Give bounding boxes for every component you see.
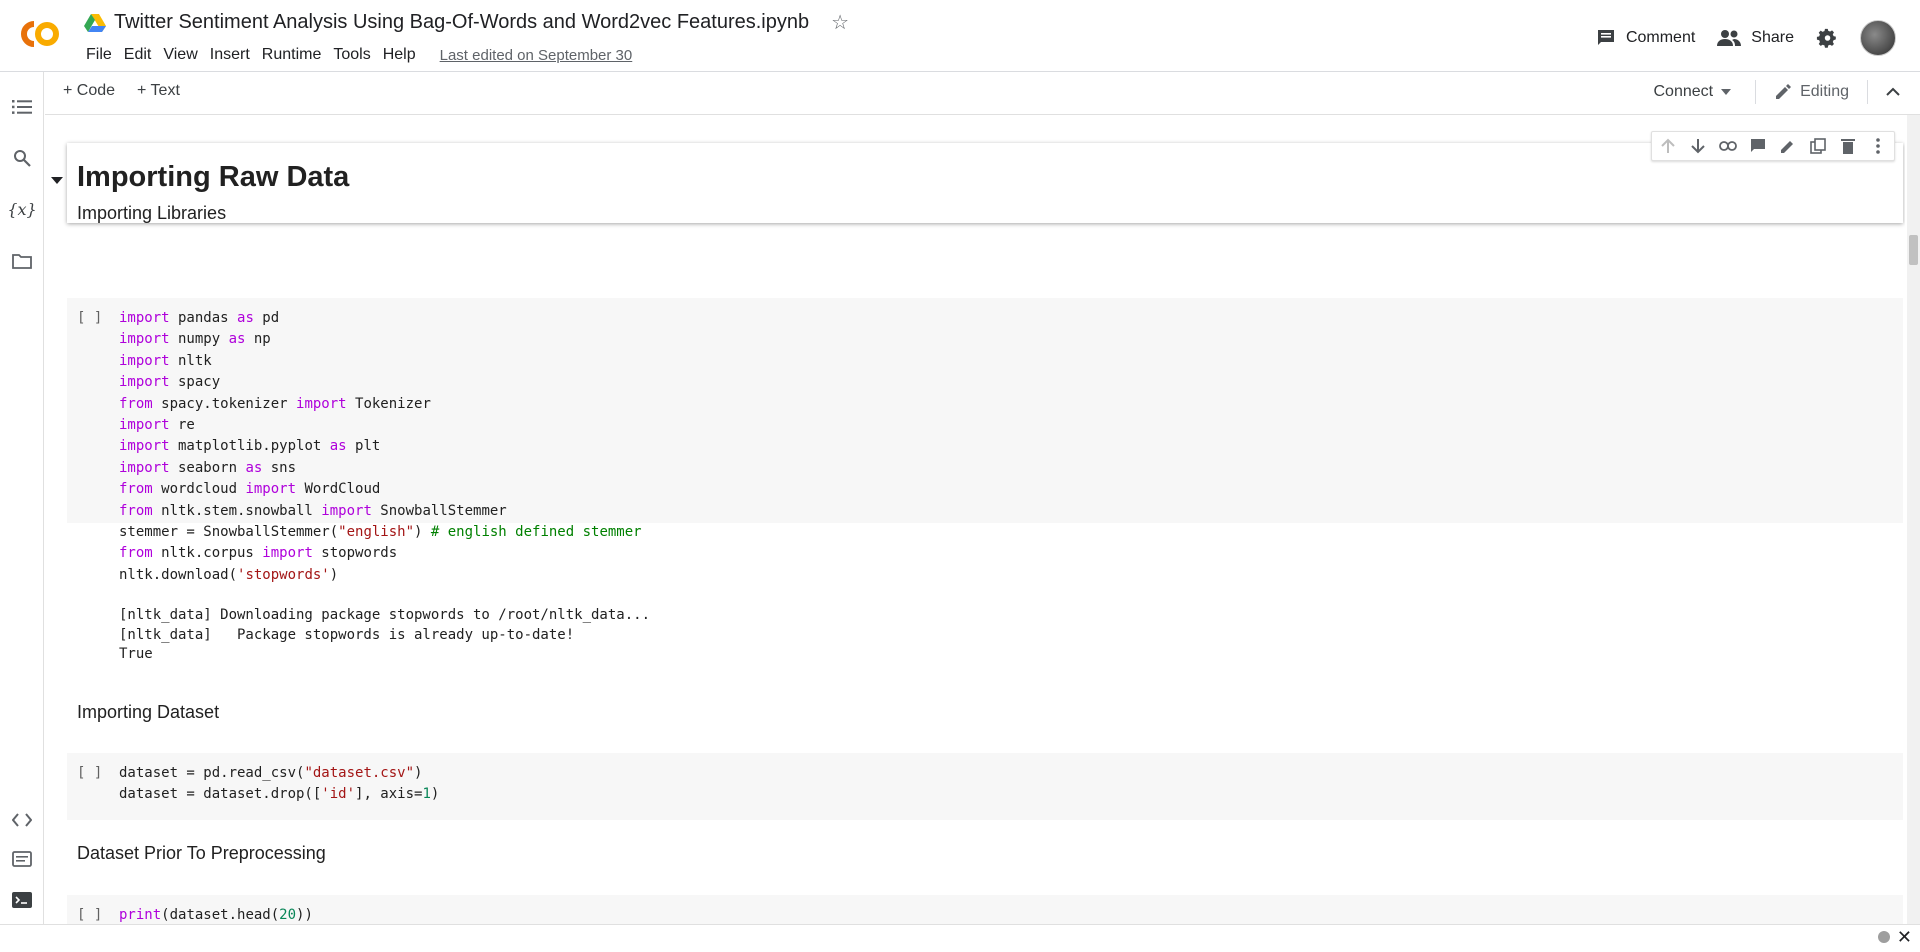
comment-button[interactable]: Comment	[1596, 28, 1695, 48]
top-bar: Twitter Sentiment Analysis Using Bag-Of-…	[0, 0, 1920, 72]
menu-help[interactable]: Help	[377, 44, 422, 66]
comment-icon[interactable]	[1748, 136, 1768, 156]
menu-file[interactable]: File	[80, 44, 118, 66]
variables-icon[interactable]: {x}	[7, 198, 36, 220]
run-cell-button[interactable]: [ ]	[77, 765, 102, 781]
connect-button[interactable]: Connect	[1647, 81, 1737, 103]
search-icon[interactable]	[11, 147, 33, 169]
run-cell-button[interactable]: [ ]	[77, 310, 102, 326]
pencil-icon	[1776, 84, 1792, 99]
gear-icon[interactable]	[1816, 27, 1838, 49]
notebook-title[interactable]: Twitter Sentiment Analysis Using Bag-Of-…	[114, 11, 809, 34]
link-icon[interactable]	[1718, 136, 1738, 156]
menu-runtime[interactable]: Runtime	[256, 44, 328, 66]
comment-label: Comment	[1625, 29, 1696, 46]
cell-output: [nltk_data] Downloading package stopword…	[119, 606, 650, 665]
mirror-cell-icon[interactable]	[1808, 136, 1828, 156]
menu-edit[interactable]: Edit	[118, 44, 158, 66]
code-editor[interactable]: print(dataset.head(20))	[119, 905, 313, 924]
add-code-button[interactable]: + Code	[63, 82, 115, 100]
heading-cell[interactable]: Importing Raw Data	[67, 131, 1903, 223]
status-indicator-icon	[1878, 931, 1890, 943]
notebook-toolbar: + Code + Text Connect Editing	[45, 72, 1920, 115]
status-bar: ✕	[0, 924, 1920, 952]
menu-view[interactable]: View	[157, 44, 203, 66]
collapse-section-icon[interactable]	[51, 177, 63, 184]
code-cell-print-head[interactable]: [ ] print(dataset.head(20))	[67, 895, 1903, 924]
comment-icon	[1597, 30, 1614, 45]
toolbar-divider	[1867, 80, 1868, 104]
add-text-button[interactable]: + Text	[137, 82, 180, 100]
notebook-content: Importing Raw Data Importing Libraries […	[45, 115, 1905, 924]
menu-tools[interactable]: Tools	[327, 44, 376, 66]
output-line: True	[119, 646, 153, 663]
table-of-contents-icon[interactable]	[11, 96, 33, 118]
output-line: [nltk_data] Downloading package stopword…	[119, 607, 651, 623]
command-palette-icon[interactable]	[11, 848, 33, 870]
terminal-icon[interactable]	[11, 889, 33, 911]
cell-toolbar	[1651, 131, 1895, 161]
editing-label: Editing	[1800, 83, 1849, 100]
menu-bar: File Edit View Insert Runtime Tools Help…	[80, 44, 632, 66]
code-cell-read-dataset[interactable]: [ ] dataset = pd.read_csv("dataset.csv")…	[67, 753, 1903, 820]
left-sidebar: {x}	[0, 72, 44, 924]
close-icon[interactable]: ✕	[1897, 927, 1912, 948]
google-drive-icon	[84, 13, 106, 32]
section-heading: Importing Raw Data	[77, 161, 350, 193]
move-down-icon[interactable]	[1688, 136, 1708, 156]
delete-icon[interactable]	[1838, 136, 1858, 156]
edit-icon[interactable]	[1778, 136, 1798, 156]
chevron-down-icon	[1721, 89, 1732, 95]
text-cell-prior-preprocessing[interactable]: Dataset Prior To Preprocessing	[77, 843, 326, 864]
text-cell-importing-dataset[interactable]: Importing Dataset	[77, 702, 219, 723]
editing-button[interactable]: Editing	[1774, 83, 1849, 101]
code-editor[interactable]: import pandas as pd import numpy as np i…	[119, 308, 642, 586]
star-icon[interactable]: ☆	[831, 10, 849, 35]
code-snippets-icon[interactable]	[11, 809, 33, 831]
code-editor[interactable]: dataset = pd.read_csv("dataset.csv") dat…	[119, 763, 439, 806]
last-edited-link[interactable]: Last edited on September 30	[440, 47, 633, 64]
code-cell-imports[interactable]: [ ] import pandas as pd import numpy as …	[67, 298, 1903, 583]
run-cell-button[interactable]: [ ]	[77, 907, 102, 923]
avatar[interactable]	[1860, 20, 1896, 56]
toolbar-divider	[1755, 80, 1757, 104]
share-button[interactable]: Share	[1717, 29, 1794, 47]
move-up-icon[interactable]	[1658, 136, 1678, 156]
text-cell-importing-libraries[interactable]: Importing Libraries	[77, 203, 226, 224]
scrollbar[interactable]	[1907, 115, 1920, 924]
scroll-thumb[interactable]	[1909, 235, 1918, 265]
chevron-up-icon[interactable]	[1886, 87, 1900, 97]
colab-logo[interactable]	[14, 18, 62, 50]
more-options-icon[interactable]	[1868, 136, 1888, 156]
folder-icon[interactable]	[11, 250, 33, 272]
people-icon	[1717, 30, 1742, 46]
share-label: Share	[1751, 29, 1794, 46]
connect-label: Connect	[1653, 83, 1714, 100]
output-line: [nltk_data] Package stopwords is already…	[119, 626, 575, 643]
menu-insert[interactable]: Insert	[204, 44, 256, 66]
